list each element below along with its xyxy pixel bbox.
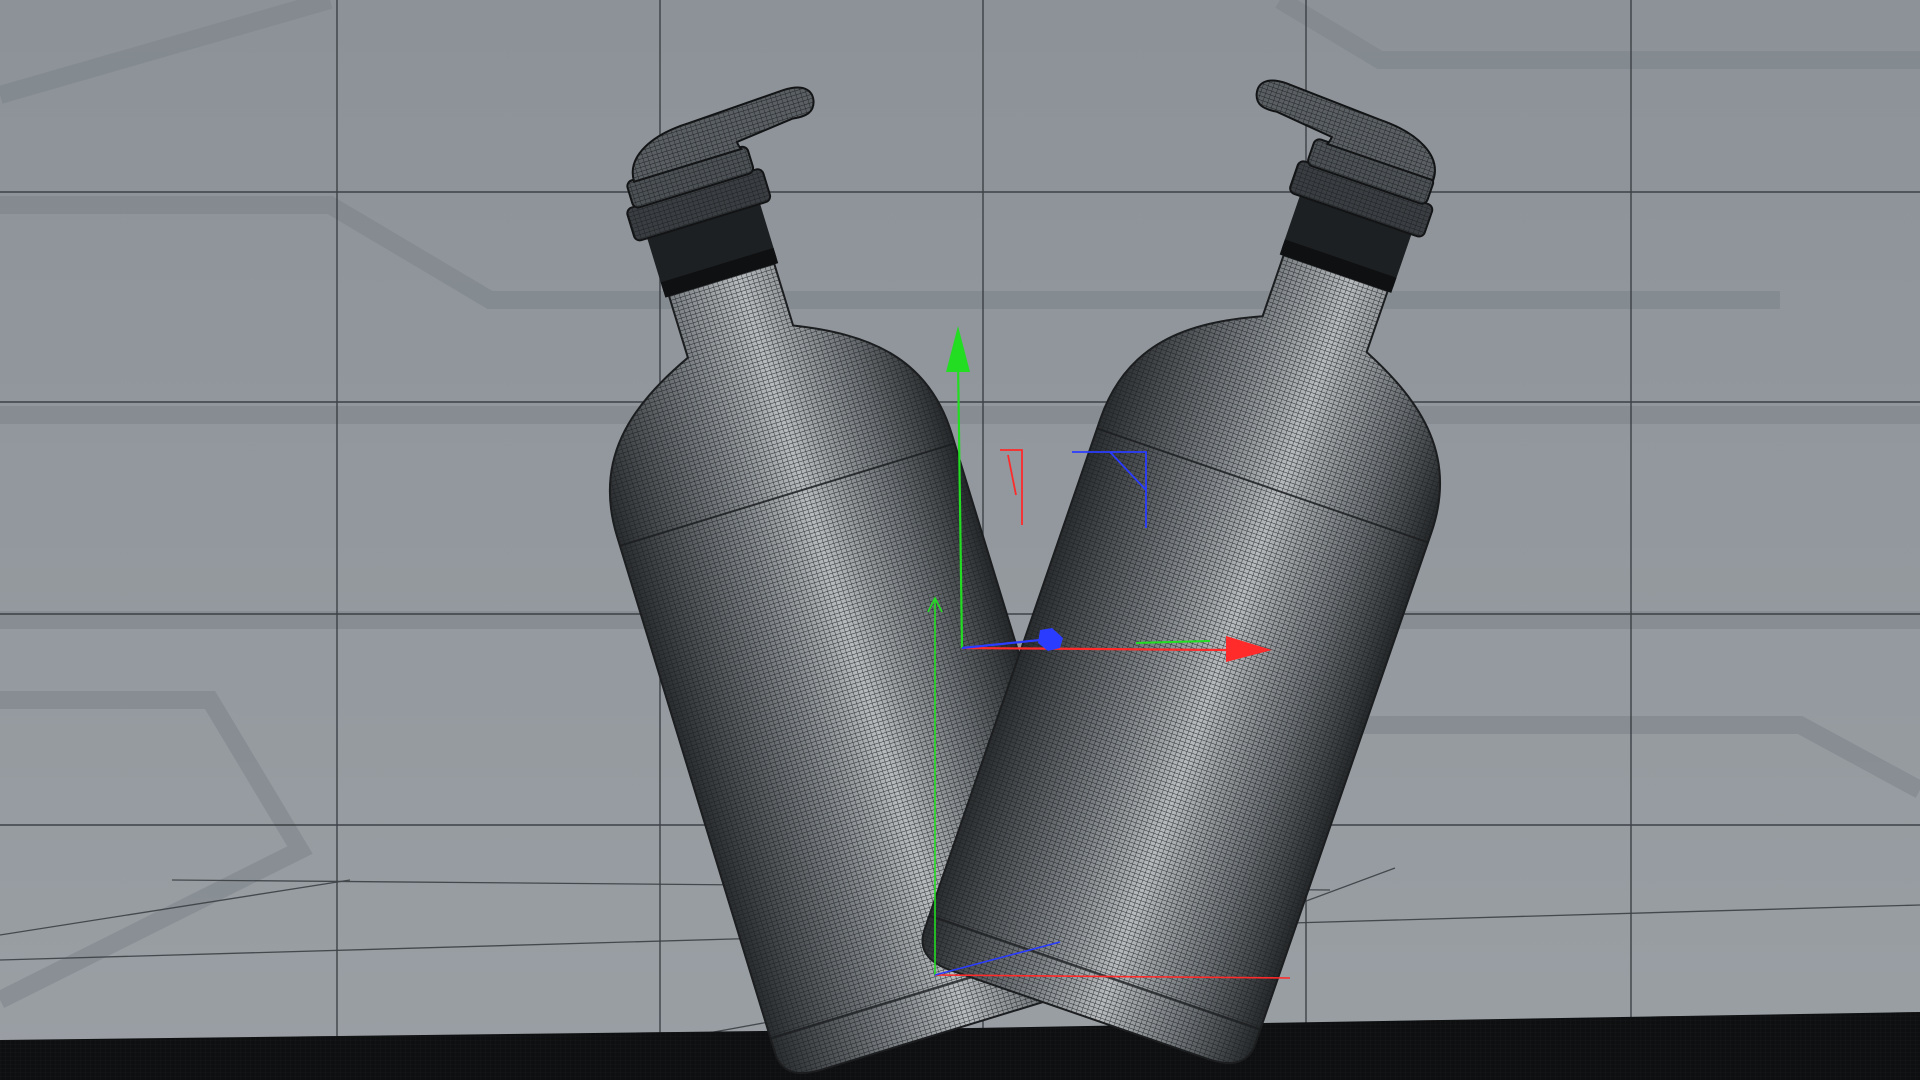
3d-viewport[interactable] (0, 0, 1920, 1080)
viewport-canvas[interactable] (0, 0, 1920, 1080)
